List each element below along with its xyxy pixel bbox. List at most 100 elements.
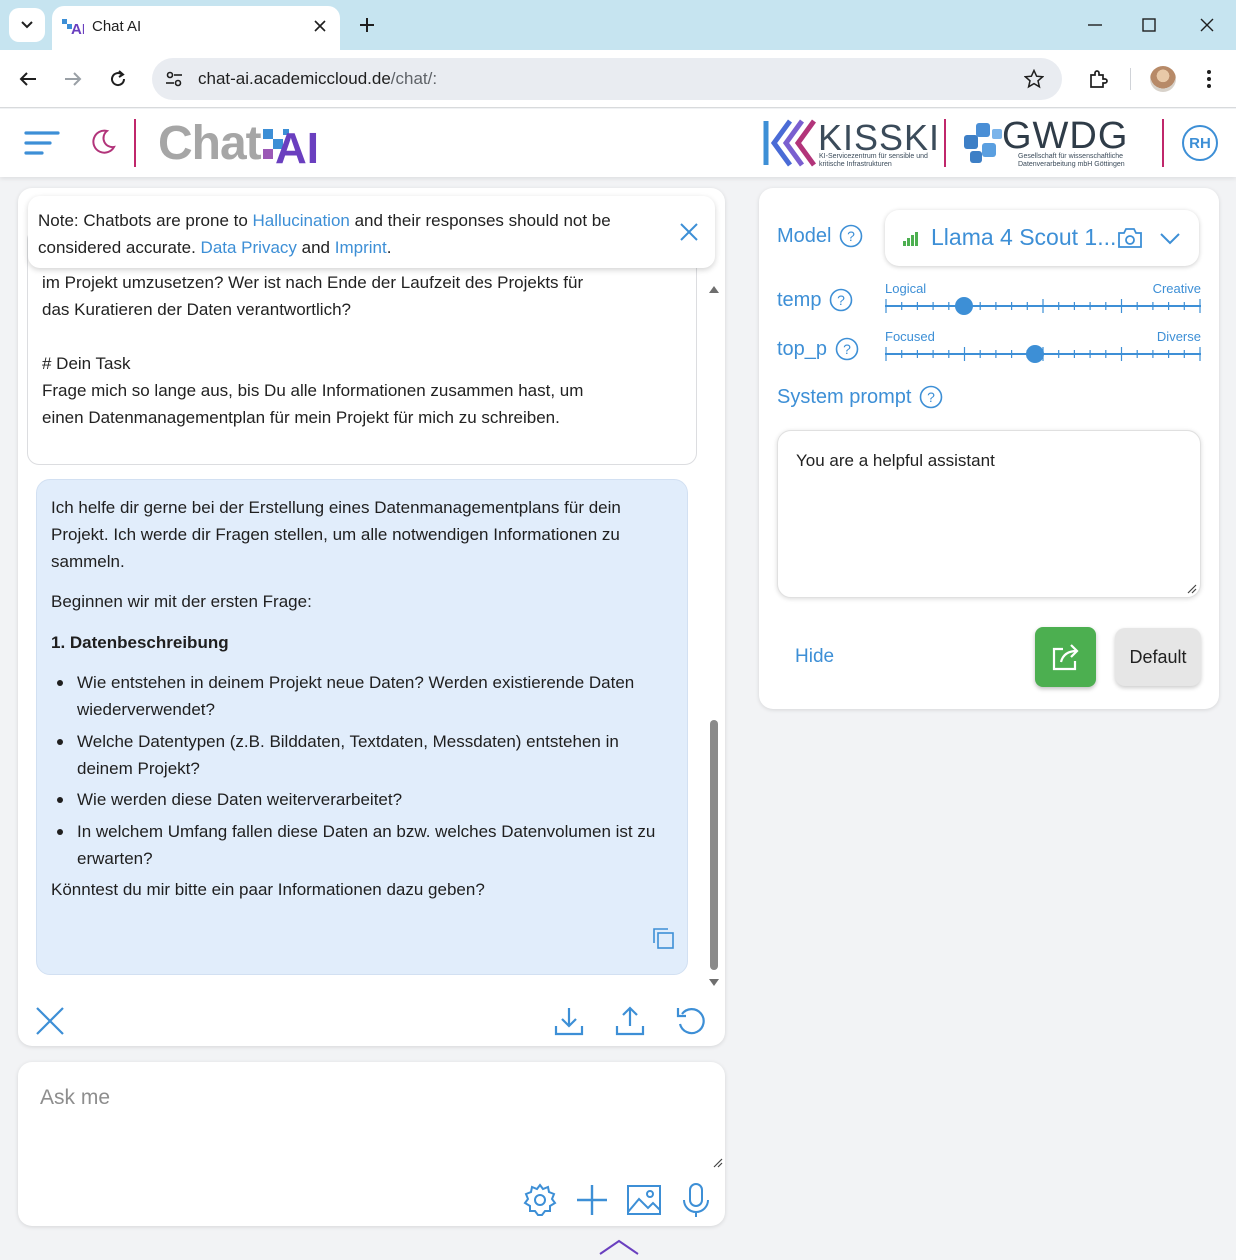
settings-gear-icon[interactable]	[522, 1182, 558, 1218]
browser-tab-active[interactable]: AI Chat AI	[52, 6, 340, 50]
help-icon[interactable]: ?	[835, 337, 859, 361]
scroll-up-icon[interactable]	[708, 284, 720, 294]
browser-menu-icon[interactable]	[1193, 63, 1225, 95]
model-select[interactable]: Llama 4 Scout 1...	[885, 210, 1199, 266]
model-label-row: Model ?	[777, 224, 863, 248]
temp-slider[interactable]: Logical Creative	[885, 281, 1201, 321]
window-close-icon[interactable]	[1192, 10, 1222, 40]
kisski-mark	[763, 119, 817, 167]
share-icon	[1052, 644, 1079, 671]
share-button[interactable]	[1035, 627, 1096, 687]
system-prompt-input[interactable]: You are a helpful assistant	[777, 430, 1201, 598]
help-icon[interactable]: ?	[839, 224, 863, 248]
url-text: chat-ai.academiccloud.de/chat/:	[198, 69, 438, 88]
slider-thumb[interactable]	[1026, 345, 1045, 363]
chevron-up-icon[interactable]	[598, 1238, 640, 1256]
clear-chat-icon[interactable]	[33, 1004, 67, 1038]
app-header: Chat AI KISSKI KI-Servicezentrum für sen…	[0, 109, 1236, 177]
image-icon[interactable]	[626, 1182, 662, 1218]
chat-ai-logo-mark: AI	[262, 124, 319, 169]
refresh-icon[interactable]	[674, 1004, 708, 1038]
kisski-logo[interactable]: KISSKI KI-Servicezentrum für sensible un…	[762, 117, 939, 169]
assistant-heading: 1. Datenbeschreibung	[51, 633, 229, 652]
browser-toolbar: chat-ai.academiccloud.de/chat/:	[0, 50, 1236, 108]
header-divider	[944, 119, 946, 167]
top-p-slider[interactable]: Focused Diverse	[885, 329, 1201, 369]
prompt-input[interactable]	[18, 1062, 725, 1170]
tab-search-button[interactable]	[9, 8, 45, 42]
tab-title: Chat AI	[92, 18, 142, 35]
microphone-icon[interactable]	[678, 1182, 714, 1218]
bookmark-star-icon[interactable]	[1022, 67, 1046, 91]
signal-bars-icon	[903, 232, 918, 246]
list-item: Wie werden diese Daten weiterverarbeitet…	[57, 786, 671, 813]
gwdg-logo[interactable]: GWDG Gesellschaft für wissenschaftliche …	[962, 115, 1142, 169]
data-privacy-link[interactable]: Data Privacy	[201, 238, 297, 257]
settings-panel: Model ? Llama 4 Scout 1... temp ? Logica…	[759, 188, 1219, 709]
svg-text:?: ?	[848, 228, 856, 244]
upload-icon[interactable]	[613, 1004, 647, 1038]
back-icon[interactable]	[12, 63, 44, 95]
resize-grip-icon[interactable]	[713, 1158, 723, 1168]
header-divider	[134, 119, 136, 167]
resize-grip-icon[interactable]	[1187, 584, 1197, 594]
temp-label-row: temp ?	[777, 288, 853, 312]
model-name: Llama 4 Scout 1...	[931, 224, 1117, 250]
top-p-label-row: top_p ?	[777, 337, 859, 361]
help-icon[interactable]: ?	[829, 288, 853, 312]
svg-text:?: ?	[838, 292, 846, 308]
forward-icon[interactable]	[57, 63, 89, 95]
default-button[interactable]: Default	[1115, 628, 1201, 686]
header-divider	[1162, 119, 1164, 167]
assistant-start: Beginnen wir mit der ersten Frage:	[51, 592, 312, 611]
hide-button[interactable]: Hide	[795, 646, 834, 668]
close-notice-icon[interactable]	[677, 220, 701, 244]
tab-close-icon[interactable]	[308, 14, 332, 38]
reload-icon[interactable]	[102, 63, 134, 95]
assistant-message: Ich helfe dir gerne bei der Erstellung e…	[36, 479, 688, 975]
chat-panel: Wer kümmert sich um das Datenmanagement?…	[18, 188, 725, 1046]
list-item: Wie entstehen in deinem Projekt neue Dat…	[57, 669, 671, 723]
dark-mode-moon-icon[interactable]	[86, 125, 120, 159]
list-item: In welchem Umfang fallen diese Daten an …	[57, 818, 671, 872]
camera-icon	[1118, 228, 1142, 248]
site-settings-icon[interactable]	[162, 67, 186, 91]
copy-icon[interactable]	[651, 926, 675, 950]
svg-text:AI: AI	[71, 21, 84, 37]
svg-text:?: ?	[843, 341, 851, 357]
chat-ai-favicon: AI	[62, 19, 84, 37]
user-avatar[interactable]: RH	[1182, 125, 1218, 161]
hallucination-link[interactable]: Hallucination	[253, 211, 350, 230]
maximize-icon[interactable]	[1134, 10, 1164, 40]
scroll-down-icon[interactable]	[708, 978, 720, 988]
imprint-link[interactable]: Imprint	[335, 238, 387, 257]
svg-text:?: ?	[928, 389, 936, 405]
profile-icon[interactable]	[1147, 63, 1179, 95]
hamburger-menu-icon[interactable]	[24, 127, 60, 159]
chevron-down-icon	[1160, 233, 1180, 245]
chevron-down-icon	[21, 21, 33, 29]
list-item: Welche Datentypen (z.B. Bilddaten, Textd…	[57, 728, 671, 782]
address-bar[interactable]: chat-ai.academiccloud.de/chat/:	[152, 58, 1062, 100]
add-icon[interactable]	[574, 1182, 610, 1218]
chat-ai-logo[interactable]: Chat AI	[158, 117, 339, 170]
chat-actions	[18, 994, 725, 1046]
new-tab-icon[interactable]	[352, 10, 382, 40]
system-prompt-label-row: System prompt ?	[777, 385, 943, 409]
browser-tabstrip: AI Chat AI	[0, 0, 1236, 50]
notice-text: Note: Chatbots are prone to Hallucinatio…	[38, 211, 611, 257]
chat-scrollbar[interactable]	[708, 284, 720, 990]
help-icon[interactable]: ?	[919, 385, 943, 409]
slider-ticks	[885, 299, 1201, 313]
slider-thumb[interactable]	[955, 297, 973, 315]
avatar	[1150, 66, 1176, 92]
scrollbar-thumb[interactable]	[710, 720, 718, 970]
assistant-closing: Könntest du mir bitte ein paar Informati…	[51, 880, 485, 899]
svg-text:AI: AI	[275, 124, 319, 169]
hallucination-notice: Note: Chatbots are prone to Hallucinatio…	[28, 196, 715, 268]
download-icon[interactable]	[552, 1004, 586, 1038]
extensions-icon[interactable]	[1082, 63, 1114, 95]
toolbar-separator	[1130, 68, 1131, 90]
assistant-intro: Ich helfe dir gerne bei der Erstellung e…	[51, 498, 621, 571]
minimize-icon[interactable]	[1080, 10, 1110, 40]
